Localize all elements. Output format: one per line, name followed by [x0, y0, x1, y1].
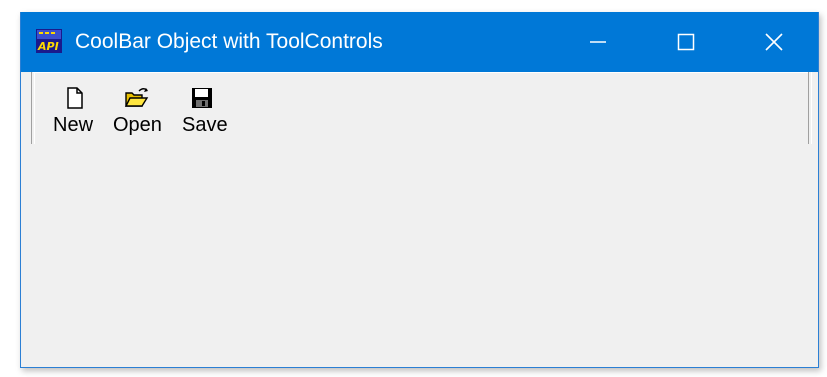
maximize-icon [677, 33, 695, 51]
coolbar-right-edge [808, 72, 812, 144]
window-title: CoolBar Object with ToolControls [75, 30, 383, 53]
new-button-label: New [53, 114, 94, 136]
application-window: API CoolBar Object with ToolControls New… [20, 12, 819, 368]
close-button[interactable] [730, 12, 818, 72]
close-icon [765, 33, 783, 51]
maximize-button[interactable] [642, 12, 730, 72]
open-button-label: Open [113, 114, 162, 136]
coolbar-top-edge [33, 72, 808, 73]
app-icon[interactable]: API [36, 29, 62, 53]
save-disk-icon [190, 86, 214, 110]
minimize-icon [590, 41, 606, 43]
svg-text:API: API [37, 40, 59, 53]
open-folder-icon [124, 86, 149, 110]
minimize-button[interactable] [554, 12, 642, 72]
coolbar: New Open Save [21, 72, 818, 145]
save-button[interactable]: Save [180, 78, 232, 138]
client-area [21, 145, 818, 367]
coolbar-band-gripper[interactable] [31, 72, 35, 144]
open-button[interactable]: Open [110, 78, 168, 138]
new-document-icon [63, 86, 87, 110]
new-button[interactable]: New [51, 78, 99, 138]
save-button-label: Save [182, 114, 228, 136]
title-bar[interactable]: API CoolBar Object with ToolControls [21, 12, 818, 72]
